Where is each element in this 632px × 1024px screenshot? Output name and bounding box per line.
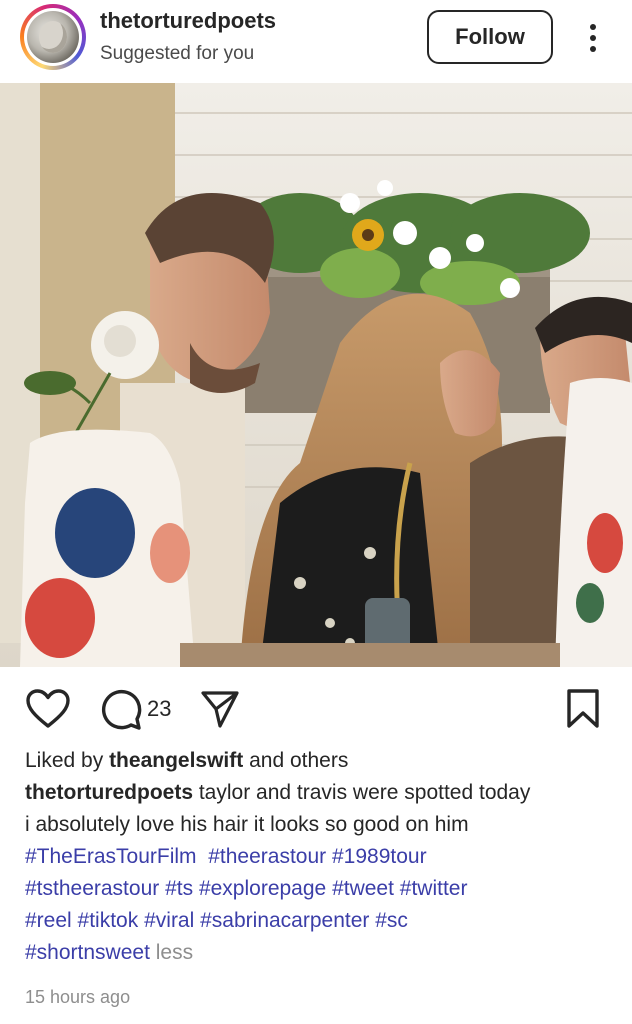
suggested-label: Suggested for you — [100, 43, 255, 64]
hashtag[interactable]: #reel — [25, 909, 72, 932]
hashtag[interactable]: #twitter — [400, 877, 468, 900]
caption-line-2: i absolutely love his hair it looks so g… — [25, 813, 469, 836]
hashtag-line-4: #shortnsweet less — [25, 937, 615, 969]
hashtag[interactable]: #TheErasTourFilm — [25, 845, 197, 868]
comment-count: 23 — [147, 696, 172, 721]
paper-plane-icon[interactable] — [200, 689, 240, 729]
avatar-border — [24, 8, 82, 66]
heart-icon[interactable] — [26, 689, 70, 729]
hashtag[interactable]: #sabrinacarpenter — [200, 909, 369, 932]
comment-icon[interactable] — [100, 689, 142, 731]
post-header: thetorturedpoets Suggested for you Follo… — [0, 0, 632, 82]
post-caption: Liked by theangelswift and others thetor… — [25, 745, 615, 969]
more-vertical-icon[interactable] — [582, 20, 604, 56]
post-username[interactable]: thetorturedpoets — [100, 8, 276, 34]
action-bar: 23 — [0, 667, 632, 745]
story-ring[interactable] — [20, 4, 86, 70]
hashtag[interactable]: #tweet — [332, 877, 394, 900]
hashtag-line-3: #reel #tiktok #viral #sabrinacarpenter #… — [25, 905, 615, 937]
hashtag[interactable]: #explorepage — [199, 877, 326, 900]
follow-button[interactable]: Follow — [427, 10, 553, 64]
hashtag[interactable]: #viral — [144, 909, 194, 932]
hashtag[interactable]: #shortnsweet — [25, 941, 150, 964]
likes-line: Liked by theangelswift and others — [25, 745, 615, 777]
post-timestamp[interactable]: 15 hours ago — [25, 987, 130, 1008]
hashtag[interactable]: #sc — [375, 909, 408, 932]
hashtag[interactable]: #1989tour — [332, 845, 427, 868]
post-image[interactable] — [0, 83, 632, 667]
hashtag[interactable]: #tstheerastour — [25, 877, 159, 900]
hashtag[interactable]: #ts — [165, 877, 193, 900]
bookmark-icon[interactable] — [566, 689, 600, 729]
avatar[interactable] — [27, 11, 79, 63]
caption-line-1: thetorturedpoets taylor and travis were … — [25, 777, 615, 809]
liked-by-prefix: Liked by — [25, 749, 104, 772]
hashtag-line-1: #TheErasTourFilm #theerastour #1989tour — [25, 841, 615, 873]
liked-by-suffix[interactable]: and others — [249, 749, 348, 772]
hashtag-line-2: #tstheerastour #ts #explorepage #tweet #… — [25, 873, 615, 905]
post-photo — [0, 83, 632, 667]
caption-username[interactable]: thetorturedpoets — [25, 781, 193, 804]
caption-text-1: taylor and travis were spotted today — [198, 781, 531, 804]
hashtag[interactable]: #theerastour — [208, 845, 326, 868]
liked-by-user[interactable]: theangelswift — [109, 749, 243, 772]
avatar-face — [39, 21, 67, 53]
hashtag[interactable]: #tiktok — [78, 909, 139, 932]
less-link[interactable]: less — [156, 941, 193, 964]
